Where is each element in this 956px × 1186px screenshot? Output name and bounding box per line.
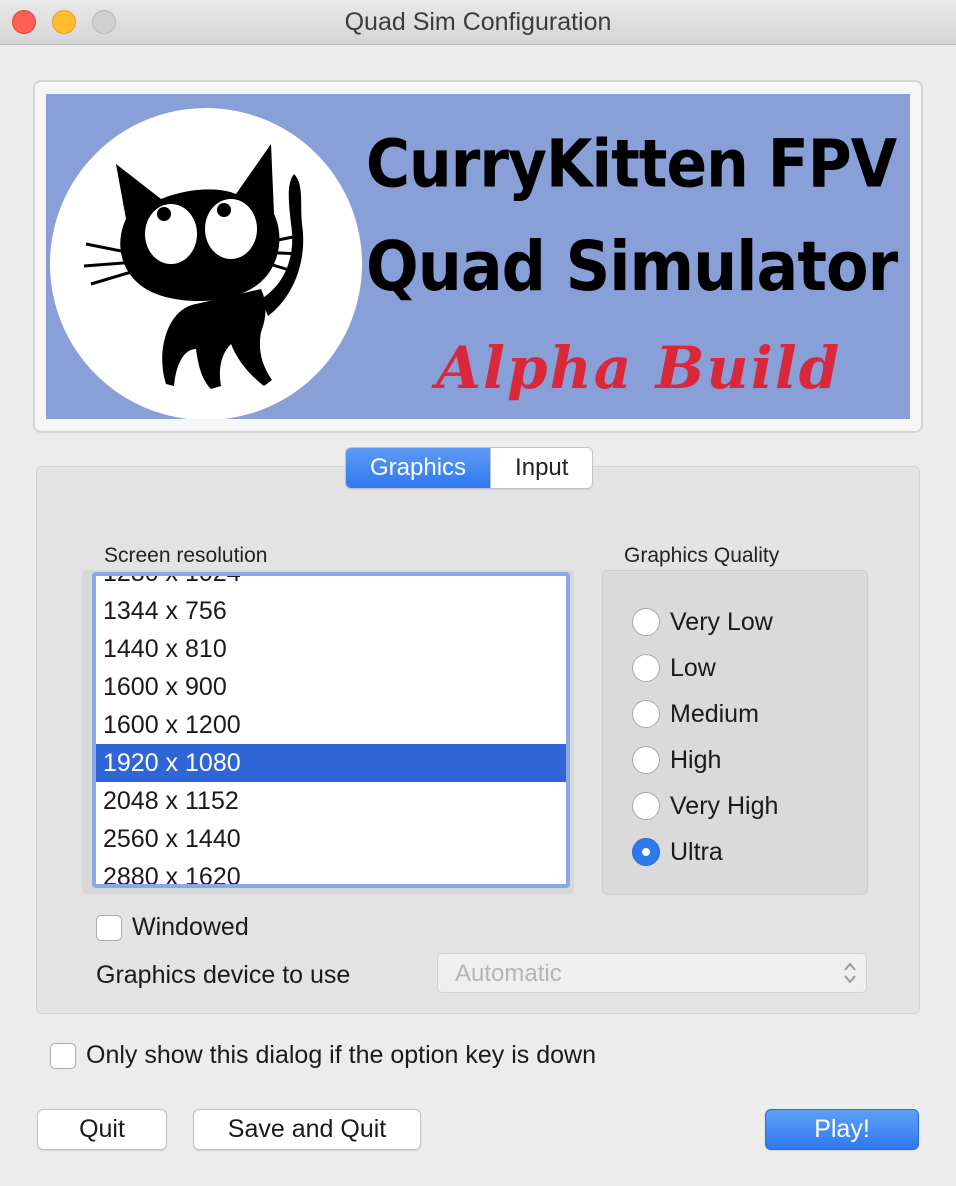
- windowed-checkbox-row[interactable]: Windowed: [96, 913, 249, 942]
- window-title: Quad Sim Configuration: [344, 8, 612, 36]
- radio-button-checked[interactable]: [632, 838, 660, 866]
- quality-option-ultra[interactable]: Ultra: [632, 836, 723, 868]
- tab-input[interactable]: Input: [490, 448, 592, 488]
- quality-option-label: High: [670, 745, 722, 774]
- resolution-item[interactable]: 1344 x 756: [96, 592, 566, 630]
- radio-button[interactable]: [632, 700, 660, 728]
- graphics-quality-label: Graphics Quality: [624, 544, 780, 567]
- resolution-item[interactable]: 1600 x 900: [96, 668, 566, 706]
- quality-option-very-high[interactable]: Very High: [632, 790, 778, 822]
- quality-option-label: Medium: [670, 699, 759, 728]
- quality-option-low[interactable]: Low: [632, 652, 716, 684]
- graphics-device-value: Automatic: [455, 960, 562, 987]
- graphics-device-select[interactable]: Automatic: [437, 953, 867, 993]
- quality-option-label: Ultra: [670, 837, 723, 866]
- banner-title-line1: CurryKitten FPV: [366, 126, 897, 203]
- chevron-up-down-icon: [844, 962, 856, 984]
- quality-option-label: Very Low: [670, 607, 773, 636]
- quality-option-label: Low: [670, 653, 716, 682]
- option-key-checkbox[interactable]: [50, 1042, 76, 1069]
- tab-graphics[interactable]: Graphics: [346, 448, 491, 488]
- resolution-item[interactable]: 2048 x 1152: [96, 782, 566, 820]
- resolution-item[interactable]: 2880 x 1620: [96, 858, 566, 884]
- window-titlebar: Quad Sim Configuration: [0, 0, 956, 45]
- quality-option-medium[interactable]: Medium: [632, 698, 759, 730]
- screen-resolution-label: Screen resolution: [104, 544, 268, 567]
- radio-button[interactable]: [632, 608, 660, 636]
- play-button[interactable]: Play!: [765, 1109, 919, 1150]
- option-key-checkbox-row[interactable]: Only show this dialog if the option key …: [50, 1041, 596, 1070]
- resolution-item[interactable]: 2560 x 1440: [96, 820, 566, 858]
- windowed-checkbox[interactable]: [96, 914, 122, 941]
- graphics-device-label: Graphics device to use: [96, 961, 351, 989]
- quality-option-high[interactable]: High: [632, 744, 721, 776]
- radio-button[interactable]: [632, 654, 660, 682]
- resolution-list[interactable]: 1280 x 1024 1344 x 756 1440 x 810 1600 x…: [92, 572, 570, 888]
- radio-button[interactable]: [632, 746, 660, 774]
- quality-option-label: Very High: [670, 791, 779, 820]
- resolution-item-selected[interactable]: 1920 x 1080: [96, 744, 566, 782]
- banner-title-line2: Quad Simulator: [366, 226, 898, 307]
- resolution-item[interactable]: 1600 x 1200: [96, 706, 566, 744]
- option-key-label: Only show this dialog if the option key …: [86, 1041, 596, 1069]
- radio-button[interactable]: [632, 792, 660, 820]
- banner-image: CurryKitten FPV Quad Simulator Alpha Bui…: [46, 94, 910, 419]
- banner-subtitle: Alpha Build: [436, 334, 842, 402]
- tab-bar: Graphics Input: [345, 447, 594, 489]
- quality-option-very-low[interactable]: Very Low: [632, 606, 773, 638]
- resolution-item[interactable]: 1440 x 810: [96, 630, 566, 668]
- quit-button[interactable]: Quit: [37, 1109, 167, 1150]
- resolution-item[interactable]: 1280 x 1024: [96, 576, 566, 592]
- save-and-quit-button[interactable]: Save and Quit: [193, 1109, 421, 1150]
- windowed-label: Windowed: [132, 913, 249, 941]
